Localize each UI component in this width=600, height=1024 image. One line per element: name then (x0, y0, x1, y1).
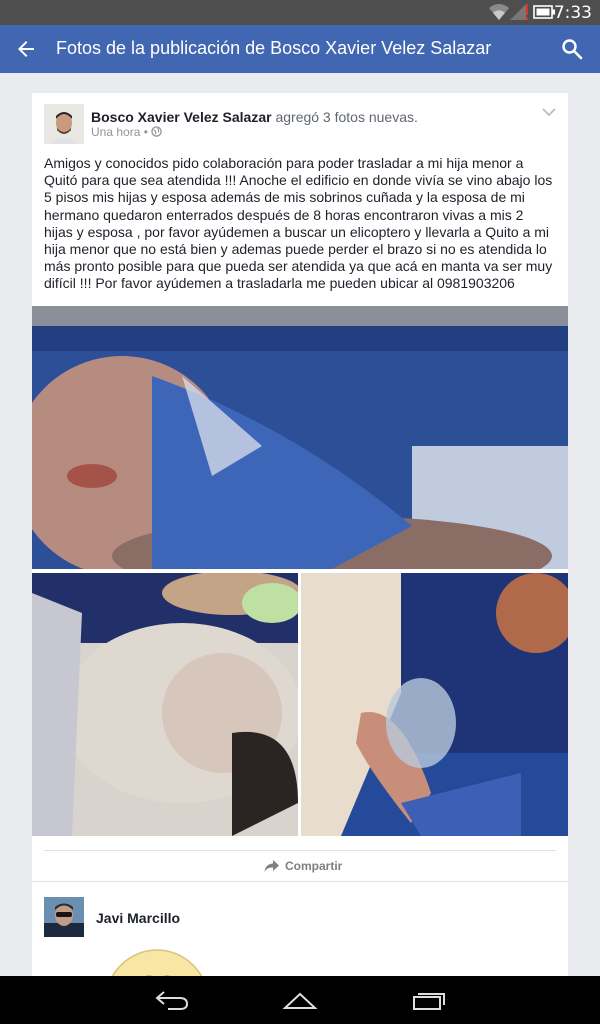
back-arrow-icon[interactable] (14, 37, 38, 61)
author-name[interactable]: Bosco Xavier Velez Salazar (91, 109, 272, 125)
post-card: Bosco Xavier Velez Salazar agregó 3 foto… (32, 93, 568, 1008)
clock: 7:33 (553, 3, 592, 23)
commenter-name[interactable]: Javi Marcillo (96, 910, 180, 926)
globe-icon (151, 126, 162, 137)
status-bar: 7:33 (0, 0, 600, 25)
meta-separator: • (143, 125, 148, 139)
system-navigation-bar (0, 976, 600, 1024)
post-action-text: agregó 3 fotos nuevas. (275, 109, 418, 125)
post-photo-3[interactable] (301, 573, 568, 836)
home-icon[interactable] (281, 988, 319, 1012)
page-title: Fotos de la publicación de Bosco Xavier … (56, 38, 492, 58)
chevron-down-icon[interactable] (542, 107, 556, 117)
battery-icon (533, 5, 555, 19)
signal-icon (510, 4, 528, 20)
share-icon[interactable] (264, 859, 280, 873)
divider (32, 881, 568, 882)
post-author[interactable]: Bosco Xavier Velez Salazar agregó 3 foto… (91, 109, 418, 125)
post-photo-1[interactable] (32, 306, 568, 569)
wifi-icon (489, 4, 509, 20)
commenter-avatar[interactable] (44, 897, 84, 937)
share-button[interactable]: Compartir (285, 859, 342, 873)
back-icon[interactable] (154, 988, 190, 1012)
post-meta: Una hora • (91, 125, 162, 139)
post-timestamp[interactable]: Una hora (91, 125, 140, 139)
app-bar: Fotos de la publicación de Bosco Xavier … (0, 25, 600, 73)
author-avatar[interactable] (44, 104, 84, 144)
post-text: Amigos y conocidos pido colaboración par… (44, 155, 553, 292)
search-icon[interactable] (560, 37, 584, 61)
recent-apps-icon[interactable] (410, 988, 446, 1012)
divider (44, 850, 556, 851)
post-photo-2[interactable] (32, 573, 298, 836)
